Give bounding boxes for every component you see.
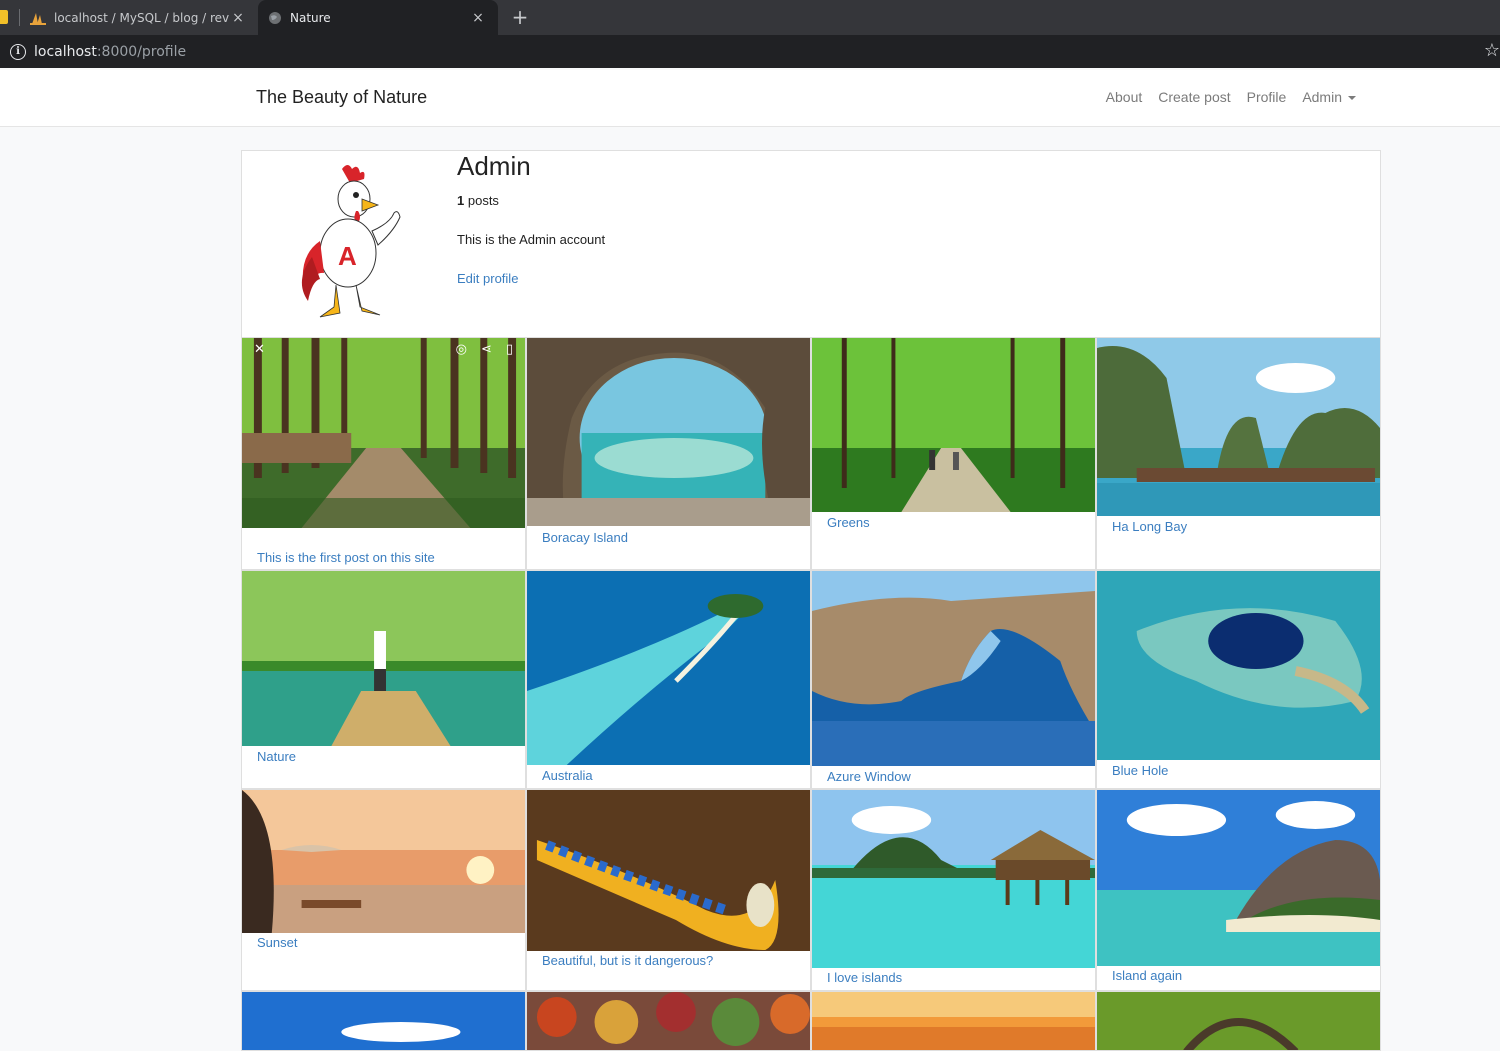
- post-caption[interactable]: Island again: [1112, 968, 1182, 983]
- browser-tab-nature[interactable]: Nature ×: [258, 0, 498, 35]
- post-image: [812, 790, 1095, 968]
- post-image: [812, 992, 1095, 1050]
- browser-tab-phpmyadmin[interactable]: localhost / MySQL / blog / review ×: [20, 0, 258, 35]
- profile-bio: This is the Admin account: [457, 232, 606, 247]
- post-card[interactable]: [1096, 991, 1381, 1051]
- nav-admin[interactable]: Admin: [1302, 89, 1342, 105]
- edit-profile-link[interactable]: Edit profile: [457, 271, 518, 286]
- svg-text:A: A: [338, 241, 357, 271]
- post-card[interactable]: Island again: [1096, 789, 1381, 991]
- post-image: [812, 571, 1095, 766]
- post-card[interactable]: I love islands: [811, 789, 1096, 991]
- url-path: :8000/profile: [96, 44, 187, 60]
- site-navbar: The Beauty of Nature About Create post P…: [0, 70, 1500, 127]
- chevron-down-icon: [1348, 96, 1356, 101]
- url-host: localhost: [34, 44, 97, 60]
- nav-links: About Create post Profile Admin: [1106, 89, 1356, 105]
- avatar: A: [301, 165, 401, 318]
- post-image: [1097, 790, 1380, 966]
- lens-icon[interactable]: ◎: [456, 342, 467, 357]
- post-card[interactable]: Sunset: [241, 789, 526, 991]
- nav-about[interactable]: About: [1106, 89, 1143, 105]
- post-caption[interactable]: Azure Window: [827, 769, 911, 784]
- close-icon[interactable]: ×: [230, 10, 246, 26]
- post-card[interactable]: Greens: [811, 337, 1096, 570]
- post-image: [242, 338, 525, 528]
- post-caption[interactable]: Boracay Island: [542, 530, 628, 545]
- post-image: [242, 790, 525, 933]
- post-card[interactable]: Blue Hole: [1096, 570, 1381, 789]
- post-image: [527, 790, 810, 951]
- post-image: [1097, 338, 1380, 516]
- image-overlay-toolbar: ✕ ◎ ⋖ ▯: [242, 338, 525, 360]
- post-caption[interactable]: Blue Hole: [1112, 763, 1168, 778]
- image-watermark-strip: [242, 528, 525, 538]
- new-tab-button[interactable]: +: [510, 5, 530, 29]
- phpmyadmin-icon: [30, 12, 46, 25]
- post-caption[interactable]: I love islands: [827, 970, 902, 985]
- bookmark-star-icon[interactable]: ☆: [1484, 40, 1500, 61]
- close-icon[interactable]: ✕: [254, 342, 265, 357]
- url-field[interactable]: i localhost:8000/profile: [0, 38, 1500, 66]
- site-brand[interactable]: The Beauty of Nature: [256, 87, 427, 108]
- post-card[interactable]: ✕ ◎ ⋖ ▯ This is the first post on this sit…: [241, 337, 526, 570]
- post-caption[interactable]: Ha Long Bay: [1112, 519, 1187, 534]
- post-card[interactable]: Nature: [241, 570, 526, 789]
- post-count-number: 1: [457, 193, 465, 208]
- bookmark-icon[interactable]: ▯: [506, 342, 513, 357]
- post-caption[interactable]: Sunset: [257, 935, 297, 950]
- tab-title: Nature: [290, 10, 331, 25]
- browser-tab-strip: localhost / MySQL / blog / review × Natu…: [0, 0, 1500, 35]
- post-caption[interactable]: Nature: [257, 749, 296, 764]
- app-icon[interactable]: [0, 10, 8, 24]
- post-image: [527, 571, 810, 765]
- address-bar: i localhost:8000/profile ☆: [0, 35, 1500, 68]
- post-image: [242, 571, 525, 746]
- post-card[interactable]: Beautiful, but is it dangerous?: [526, 789, 811, 991]
- post-card[interactable]: Azure Window: [811, 570, 1096, 789]
- nav-admin-dropdown[interactable]: Admin: [1302, 89, 1356, 105]
- post-image: [242, 992, 525, 1050]
- post-image: [812, 338, 1095, 512]
- post-card[interactable]: Ha Long Bay: [1096, 337, 1381, 570]
- post-caption[interactable]: Australia: [542, 768, 593, 783]
- profile-card: A Admin 1 posts This is the Admin accoun…: [241, 150, 1381, 338]
- share-icon[interactable]: ⋖: [481, 342, 492, 357]
- profile-name: Admin: [457, 151, 531, 181]
- post-image: [1097, 992, 1380, 1050]
- post-caption[interactable]: This is the first post on this site: [257, 550, 435, 565]
- post-count: 1 posts: [457, 193, 499, 208]
- post-image: [527, 338, 810, 526]
- globe-icon: [269, 11, 281, 24]
- nav-create-post[interactable]: Create post: [1158, 89, 1230, 105]
- post-caption[interactable]: Beautiful, but is it dangerous?: [542, 953, 713, 968]
- post-card[interactable]: Australia: [526, 570, 811, 789]
- post-caption[interactable]: Greens: [827, 515, 870, 530]
- close-icon[interactable]: ×: [470, 10, 486, 26]
- post-count-label: posts: [467, 193, 499, 208]
- post-card[interactable]: [241, 991, 526, 1051]
- post-image: [527, 992, 810, 1050]
- post-image: [1097, 571, 1380, 760]
- post-card[interactable]: [811, 991, 1096, 1051]
- post-card[interactable]: Boracay Island: [526, 337, 811, 570]
- tab-title: localhost / MySQL / blog / review: [54, 10, 230, 25]
- nav-profile[interactable]: Profile: [1247, 89, 1287, 105]
- post-card[interactable]: [526, 991, 811, 1051]
- info-icon[interactable]: i: [10, 44, 26, 60]
